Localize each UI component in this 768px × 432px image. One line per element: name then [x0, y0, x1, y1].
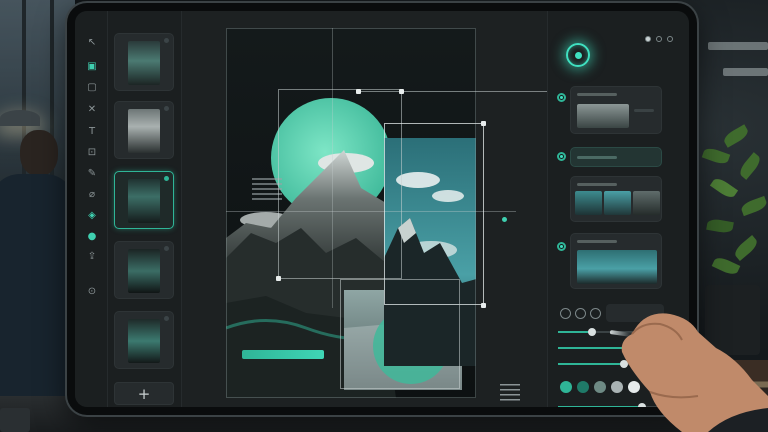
- image-icon[interactable]: ⊡: [84, 145, 100, 161]
- tablet: ↖ ▣ ▢ ✕ T ⊡ ✎ ⌀ ◈ ● ⇪ ⊙ +: [67, 3, 697, 415]
- text-icon[interactable]: T: [84, 124, 100, 140]
- color-drop-icon[interactable]: ●: [84, 229, 100, 245]
- align-lines-icon: [500, 384, 520, 401]
- option-button-2[interactable]: [575, 308, 586, 319]
- rectangle-icon[interactable]: ▢: [84, 80, 100, 96]
- pen-icon[interactable]: ✎: [84, 166, 100, 182]
- size-slider[interactable]: [558, 344, 678, 352]
- option-radio-2[interactable]: [557, 152, 566, 161]
- crop-icon[interactable]: ✕: [84, 102, 100, 118]
- caption-bar: [242, 350, 324, 359]
- ceiling-light: [723, 68, 768, 76]
- artboard[interactable]: [226, 28, 476, 398]
- layer-thumbnail: [128, 249, 160, 293]
- option-radio-1[interactable]: [557, 93, 566, 102]
- resize-handle[interactable]: [481, 121, 486, 126]
- color-swatch[interactable]: [611, 381, 623, 393]
- fill-icon[interactable]: ◈: [84, 208, 100, 224]
- layers-panel: +: [108, 11, 182, 407]
- mountain-artwork: [226, 28, 476, 398]
- brush-icon[interactable]: ⌀: [84, 187, 100, 203]
- layer-5[interactable]: [114, 311, 174, 369]
- gallery-card[interactable]: [570, 176, 662, 222]
- record-button[interactable]: [566, 43, 590, 67]
- resize-handle[interactable]: [276, 276, 281, 281]
- layer-thumbnail: [128, 319, 160, 363]
- layer-3[interactable]: [114, 171, 174, 229]
- layer-4[interactable]: [114, 241, 174, 299]
- color-swatch[interactable]: [577, 381, 589, 393]
- resize-handle[interactable]: [399, 89, 404, 94]
- color-swatch[interactable]: [560, 381, 572, 393]
- option-button-1[interactable]: [560, 308, 571, 319]
- background-person: [0, 130, 75, 432]
- settings-icon[interactable]: ⊙: [84, 284, 100, 300]
- slider-knob[interactable]: [587, 328, 596, 336]
- visibility-icon[interactable]: [164, 106, 169, 111]
- select-icon[interactable]: ↖: [84, 35, 100, 51]
- layer-1[interactable]: [114, 33, 174, 91]
- label-card[interactable]: [570, 147, 662, 167]
- layer-thumbnail: [128, 41, 160, 85]
- flow-slider[interactable]: [558, 360, 678, 368]
- properties-panel: [547, 11, 689, 407]
- value-field[interactable]: [606, 304, 664, 322]
- hardness-slider[interactable]: [558, 403, 678, 407]
- slider-knob[interactable]: [638, 403, 646, 407]
- rectangle-filled-icon[interactable]: ▣: [84, 59, 100, 75]
- layer-2[interactable]: [114, 101, 174, 159]
- resize-handle[interactable]: [481, 303, 486, 308]
- layer-thumbnail: [128, 179, 160, 223]
- color-swatch[interactable]: [628, 381, 640, 393]
- export-icon[interactable]: ⇪: [84, 249, 100, 265]
- ceiling-light: [708, 42, 768, 50]
- design-app: ↖ ▣ ▢ ✕ T ⊡ ✎ ⌀ ◈ ● ⇪ ⊙ +: [75, 11, 689, 407]
- image-card-2[interactable]: [570, 233, 662, 289]
- visibility-icon[interactable]: [164, 316, 169, 321]
- color-swatch[interactable]: [594, 381, 606, 393]
- option-radio-3[interactable]: [557, 242, 566, 251]
- desk-lamp: [0, 110, 40, 126]
- rotate-handle[interactable]: [502, 217, 507, 222]
- visibility-icon[interactable]: [164, 176, 169, 181]
- resize-handle[interactable]: [356, 89, 361, 94]
- photo-scene: ↖ ▣ ▢ ✕ T ⊡ ✎ ⌀ ◈ ● ⇪ ⊙ +: [0, 0, 768, 432]
- potted-plant: [693, 124, 768, 300]
- visibility-icon[interactable]: [164, 38, 169, 43]
- visibility-icon[interactable]: [164, 246, 169, 251]
- slider-knob[interactable]: [620, 360, 628, 368]
- canvas-area[interactable]: [182, 11, 578, 407]
- add-layer-button[interactable]: +: [114, 382, 174, 405]
- plant-pot: [705, 285, 760, 355]
- slider-knob[interactable]: [628, 344, 637, 352]
- layer-thumbnail: [128, 109, 160, 153]
- option-button-3[interactable]: [590, 308, 601, 319]
- tool-bar: ↖ ▣ ▢ ✕ T ⊡ ✎ ⌀ ◈ ● ⇪ ⊙: [75, 11, 108, 407]
- window-dots[interactable]: [645, 36, 673, 42]
- cup: [0, 408, 30, 432]
- image-card-1[interactable]: [570, 86, 662, 134]
